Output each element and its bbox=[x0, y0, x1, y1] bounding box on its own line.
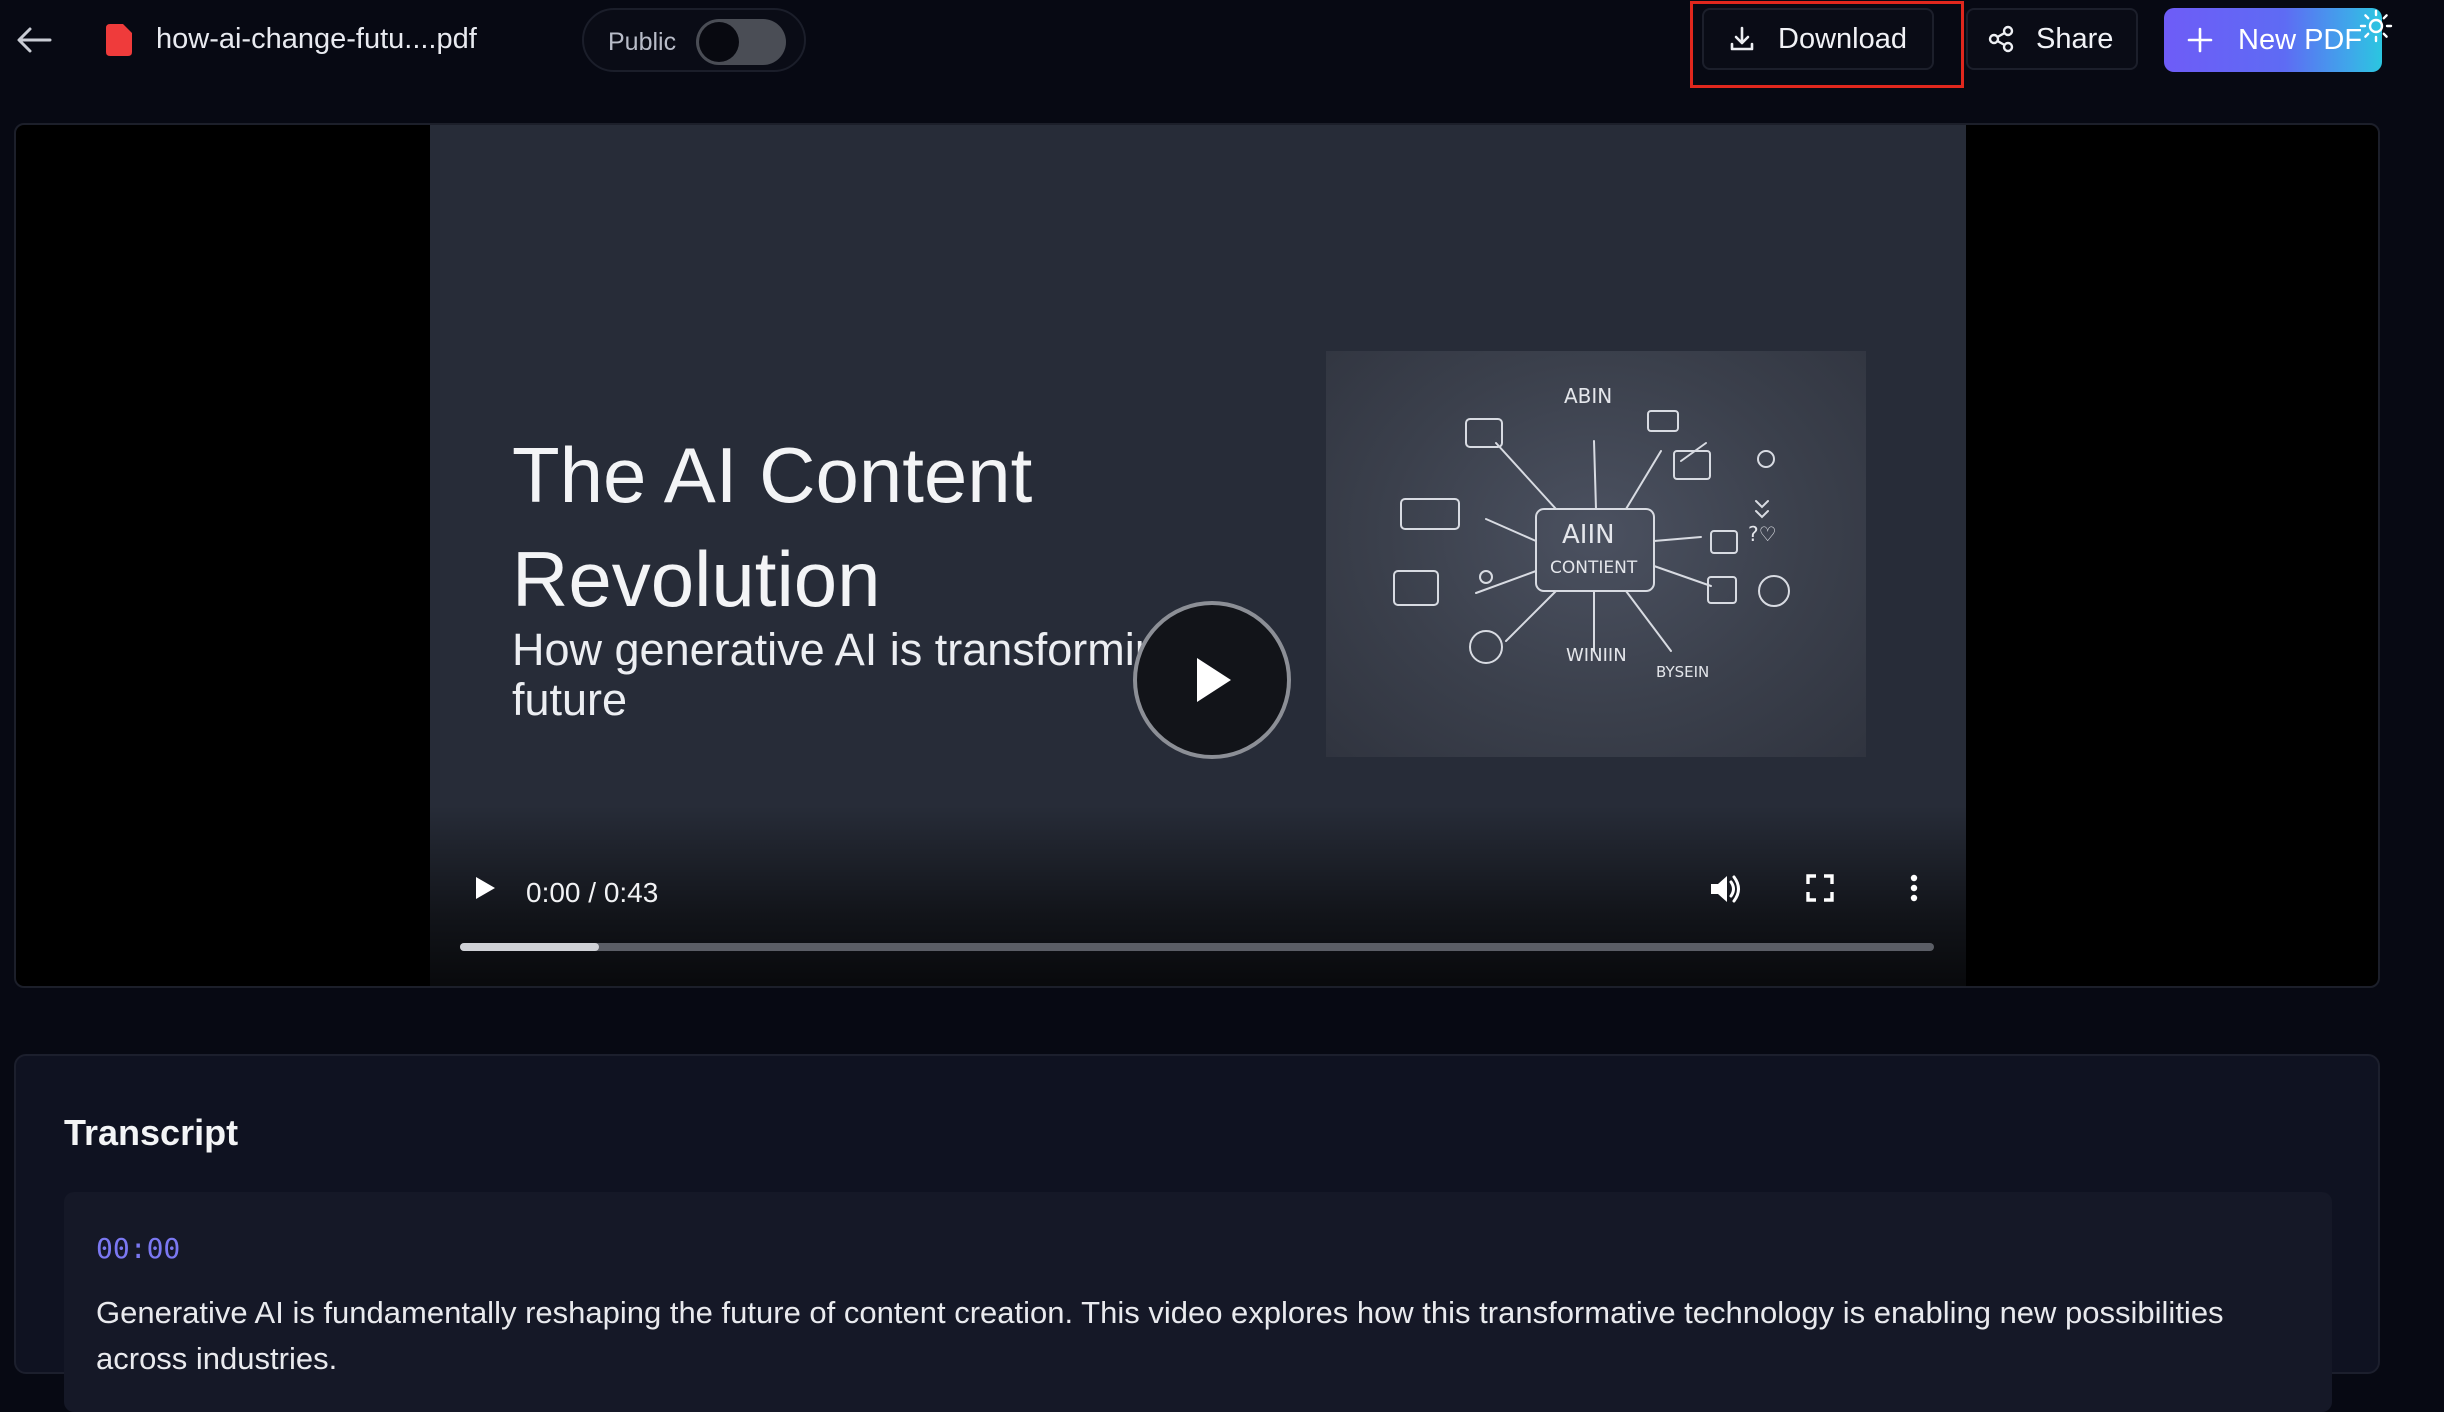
svg-text:CONTIENT: CONTIENT bbox=[1550, 558, 1638, 578]
toggle-knob bbox=[699, 22, 739, 62]
plus-icon bbox=[2187, 27, 2213, 53]
transcript-entry[interactable]: 00:00 Generative AI is fundamentally res… bbox=[64, 1192, 2332, 1412]
ai-content-diagram-icon: AIIN CONTIENT ABIN WINIIN BYSEIN ?♡ bbox=[1393, 384, 1790, 681]
download-icon bbox=[1730, 26, 1754, 51]
download-button[interactable]: Download bbox=[1702, 8, 1934, 70]
public-label: Public bbox=[608, 28, 677, 56]
play-icon bbox=[476, 877, 495, 899]
top-bar: how-ai-change-futu....pdf Public Downloa… bbox=[0, 0, 2444, 88]
time-display: 0:00 / 0:43 bbox=[526, 877, 659, 908]
volume-button[interactable] bbox=[1706, 870, 1744, 913]
transcript-text: Generative AI is fundamentally reshaping… bbox=[96, 1295, 2224, 1376]
svg-text:ABIN: ABIN bbox=[1564, 384, 1612, 408]
transcript-timestamp[interactable]: 00:00 bbox=[96, 1232, 180, 1265]
progress-fill bbox=[460, 943, 599, 951]
center-play-button[interactable] bbox=[1133, 601, 1291, 759]
svg-text:AIIN: AIIN bbox=[1562, 520, 1615, 550]
transcript-panel: Transcript 00:00 Generative AI is fundam… bbox=[14, 1054, 2380, 1412]
more-vertical-icon bbox=[1910, 874, 1918, 902]
video-player: The AI Content Revolution How generative… bbox=[14, 123, 2380, 988]
progress-bar[interactable] bbox=[460, 943, 1934, 951]
slide-title: The AI Content Revolution bbox=[512, 431, 1033, 623]
share-icon bbox=[1988, 25, 2014, 53]
download-label: Download bbox=[1778, 22, 1907, 55]
volume-icon bbox=[1711, 875, 1740, 903]
share-button[interactable]: Share bbox=[1966, 8, 2138, 70]
svg-text:BYSEIN: BYSEIN bbox=[1656, 663, 1709, 681]
share-label: Share bbox=[2036, 22, 2114, 55]
new-pdf-label: New PDF bbox=[2238, 23, 2363, 56]
back-arrow-icon bbox=[17, 27, 52, 53]
svg-text:?♡: ?♡ bbox=[1748, 522, 1777, 546]
slide-illustration: AIIN CONTIENT ABIN WINIIN BYSEIN ?♡ bbox=[1326, 351, 1866, 757]
more-options-button[interactable] bbox=[1896, 870, 1932, 911]
fullscreen-button[interactable] bbox=[1802, 870, 1838, 911]
pdf-file-icon bbox=[106, 24, 132, 61]
svg-text:WINIIN: WINIIN bbox=[1566, 645, 1627, 666]
file-name: how-ai-change-futu....pdf bbox=[156, 23, 477, 55]
control-play-button[interactable] bbox=[466, 870, 502, 911]
public-toggle[interactable] bbox=[696, 19, 786, 65]
public-toggle-group: Public bbox=[582, 8, 806, 72]
new-pdf-button[interactable]: New PDF bbox=[2164, 8, 2382, 72]
play-icon bbox=[1197, 658, 1231, 702]
fullscreen-icon bbox=[1806, 874, 1834, 902]
back-button[interactable] bbox=[14, 20, 54, 60]
transcript-title: Transcript bbox=[64, 1112, 239, 1153]
sun-icon[interactable] bbox=[2358, 8, 2394, 49]
